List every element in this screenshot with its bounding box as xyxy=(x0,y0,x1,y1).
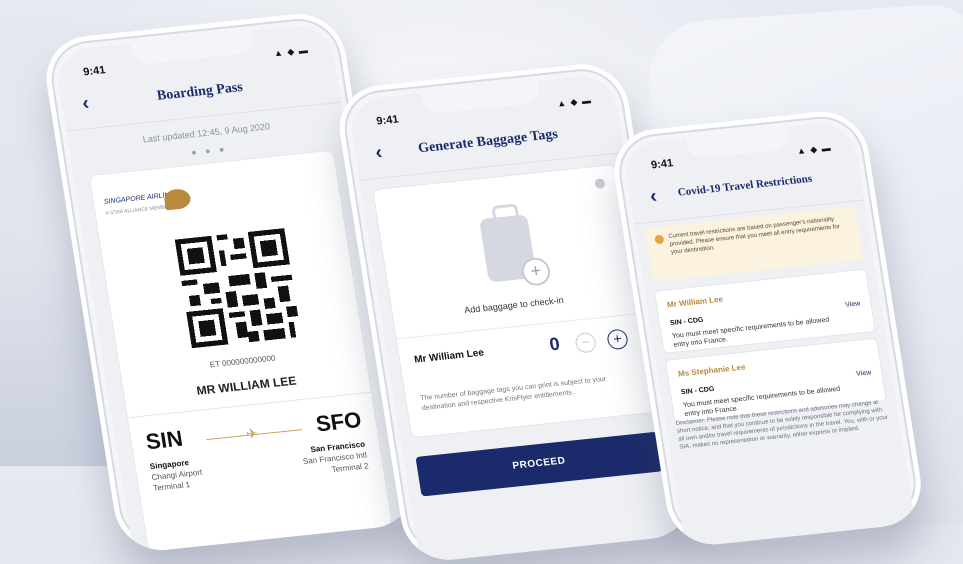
airline-logo-subtext: A STAR ALLIANCE MEMBER xyxy=(105,203,173,217)
passenger-card: Mr William Lee SIN - CDG View You must m… xyxy=(654,269,875,353)
route-text: SIN - CDG xyxy=(680,385,715,397)
route-text: SIN - CDG xyxy=(669,316,704,328)
airplane-icon: ✈ xyxy=(244,424,259,442)
phone-notch xyxy=(685,127,791,160)
page-title: Covid-19 Travel Restrictions xyxy=(676,172,813,199)
baggage-count: 0 xyxy=(547,333,562,355)
page-title: Generate Baggage Tags xyxy=(417,126,559,157)
view-link[interactable]: View xyxy=(845,300,861,308)
info-icon[interactable] xyxy=(594,178,606,190)
increment-button[interactable]: + xyxy=(606,328,630,351)
origin-code: SIN xyxy=(144,425,185,455)
signal-wifi-battery-icon: ▲ ◆ ▬ xyxy=(796,142,833,157)
view-link[interactable]: View xyxy=(856,369,872,377)
add-luggage-icon: + xyxy=(519,256,553,287)
destination-code: SFO xyxy=(314,406,364,437)
baggage-panel: + Add baggage to check-in Mr William Lee… xyxy=(373,165,654,438)
decrement-button[interactable]: − xyxy=(574,331,598,354)
phone-notch xyxy=(421,80,542,115)
alert-text: Current travel restrictions are based on… xyxy=(668,216,841,256)
qr-code-icon xyxy=(174,228,302,349)
origin-details: Singapore Changi Airport Terminal 1 xyxy=(149,456,205,494)
signal-wifi-battery-icon: ▲ ◆ ▬ xyxy=(273,44,310,59)
signal-wifi-battery-icon: ▲ ◆ ▬ xyxy=(556,95,593,109)
airline-logo-icon xyxy=(162,187,192,211)
status-time: 9:41 xyxy=(82,64,107,79)
destination-details: San Francisco San Francisco Intl Termina… xyxy=(300,439,369,478)
page-title: Boarding Pass xyxy=(155,79,244,104)
passenger-name: Mr William Lee xyxy=(413,347,485,366)
status-time: 9:41 xyxy=(650,157,675,172)
phone-notch xyxy=(130,30,256,66)
warning-icon xyxy=(654,234,665,245)
baggage-note: The number of baggage tags you can print… xyxy=(419,375,607,413)
proceed-button[interactable]: PROCEED xyxy=(415,431,663,497)
restriction-alert: Current travel restrictions are based on… xyxy=(644,206,864,282)
passenger-name: Ms Stephanie Lee xyxy=(677,362,747,379)
screen: 9:41 ▲ ◆ ▬ ‹ Covid-19 Travel Restriction… xyxy=(621,120,916,548)
status-time: 9:41 xyxy=(375,113,400,128)
passenger-name: Mr William Lee xyxy=(666,294,724,310)
boarding-pass-card: SINGAPORE AIRLINES A STAR ALLIANCE MEMBE… xyxy=(89,150,393,552)
